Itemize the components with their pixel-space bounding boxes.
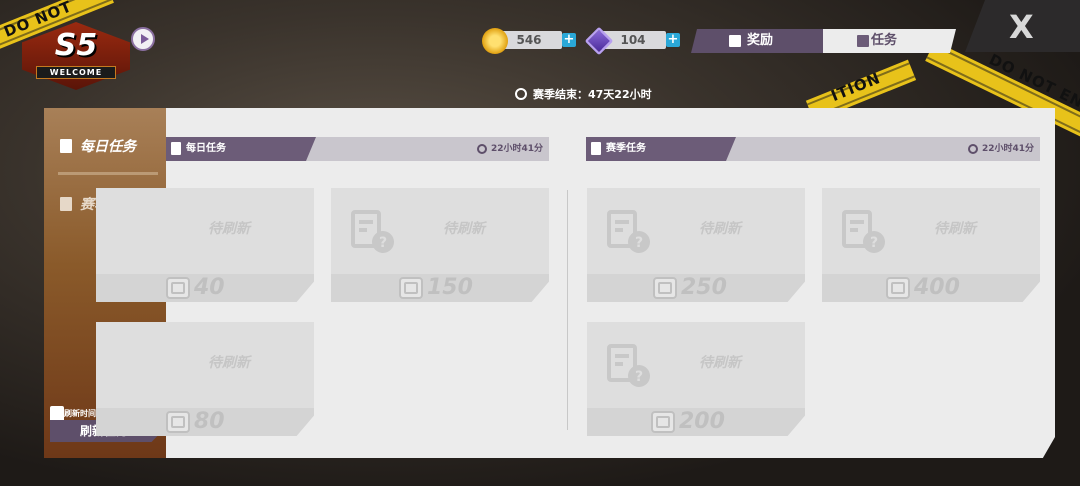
season-end-timer: 赛季结束：47天22小时 [515,86,652,102]
gold-medal-icon [482,28,508,54]
sidebar-item-daily[interactable]: 每日任务 [60,136,136,156]
tab-task[interactable]: 任务 [823,29,956,53]
sidebar-divider [58,172,158,175]
task-reward: 40 [166,275,225,300]
task-card[interactable]: ? 待刷新 400 [822,188,1040,302]
ticket-icon [651,410,675,433]
season-section-header: 赛季任务 22小时41分 [586,137,1040,161]
ticket-icon [399,276,423,299]
season-end-text: 赛季结束：47天22小时 [533,88,652,101]
task-reward-value: 250 [681,275,727,300]
sidebar-item-daily-label: 每日任务 [80,139,136,155]
daily-section-time: 22小时41分 [490,144,543,154]
document-question-icon: ? [351,210,394,253]
close-button[interactable]: X [965,0,1080,52]
task-reward: 250 [653,275,727,300]
ticket-icon [166,410,190,433]
ticket-icon [166,276,190,299]
document-question-icon: ? [607,210,650,253]
section-divider [567,190,568,430]
clock-icon [967,144,978,154]
tab-reward[interactable]: 奖励 [691,29,823,53]
task-status: 待刷新 [208,221,250,237]
clock-icon [476,144,487,154]
svg-text:?: ? [635,369,643,385]
ticket-icon [886,276,910,299]
svg-text:?: ? [635,235,643,251]
daily-section-title: 每日任务 [186,143,226,154]
season-section-timer: 22小时41分 [967,137,1034,161]
daily-section-timer: 22小时41分 [476,137,543,161]
close-icon: X [1009,8,1034,46]
task-status: 待刷新 [208,355,250,371]
task-reward-value: 200 [679,409,725,434]
add-crystal-button[interactable]: + [666,33,680,47]
clipboard-icon [171,142,181,155]
clipboard-icon [60,197,72,211]
task-status: 待刷新 [934,221,976,237]
document-question-icon: ? [842,210,885,253]
clipboard-icon [60,139,72,153]
task-reward-value: 400 [914,275,960,300]
task-reward: 400 [886,275,960,300]
season-section-time: 22小时41分 [981,144,1034,154]
task-card[interactable]: 待刷新 80 [96,322,314,436]
task-card[interactable]: ? 待刷新 150 [331,188,549,302]
logo-season: S5 [54,28,98,63]
season-section-title: 赛季任务 [606,143,646,154]
document-question-icon: ? [607,344,650,387]
task-reward-value: 40 [194,275,225,300]
gift-icon [729,35,741,47]
clock-icon [515,88,527,100]
task-card[interactable]: ? 待刷新 200 [587,322,805,436]
task-reward: 150 [399,275,473,300]
ticket-icon [653,276,677,299]
top-tabs: 奖励 任务 [691,29,956,53]
svg-text:?: ? [870,235,878,251]
task-reward-value: 80 [194,409,225,434]
task-status: 待刷新 [699,355,741,371]
add-gold-button[interactable]: + [562,33,576,47]
task-reward: 200 [651,409,725,434]
daily-section-header: 每日任务 22小时41分 [166,137,549,161]
task-reward: 80 [166,409,225,434]
svg-text:?: ? [379,235,387,251]
task-card[interactable]: 待刷新 40 [96,188,314,302]
refresh-icon [50,406,64,422]
tab-task-label: 任务 [871,33,898,48]
clipboard-icon [591,142,601,155]
task-status: 待刷新 [443,221,485,237]
season-logo: S5 WELCOME [22,22,130,90]
task-status: 待刷新 [699,221,741,237]
clipboard-icon [857,35,869,47]
task-reward-value: 150 [427,275,473,300]
task-card[interactable]: ? 待刷新 250 [587,188,805,302]
logo-welcome: WELCOME [36,66,116,79]
play-button[interactable] [131,27,155,51]
